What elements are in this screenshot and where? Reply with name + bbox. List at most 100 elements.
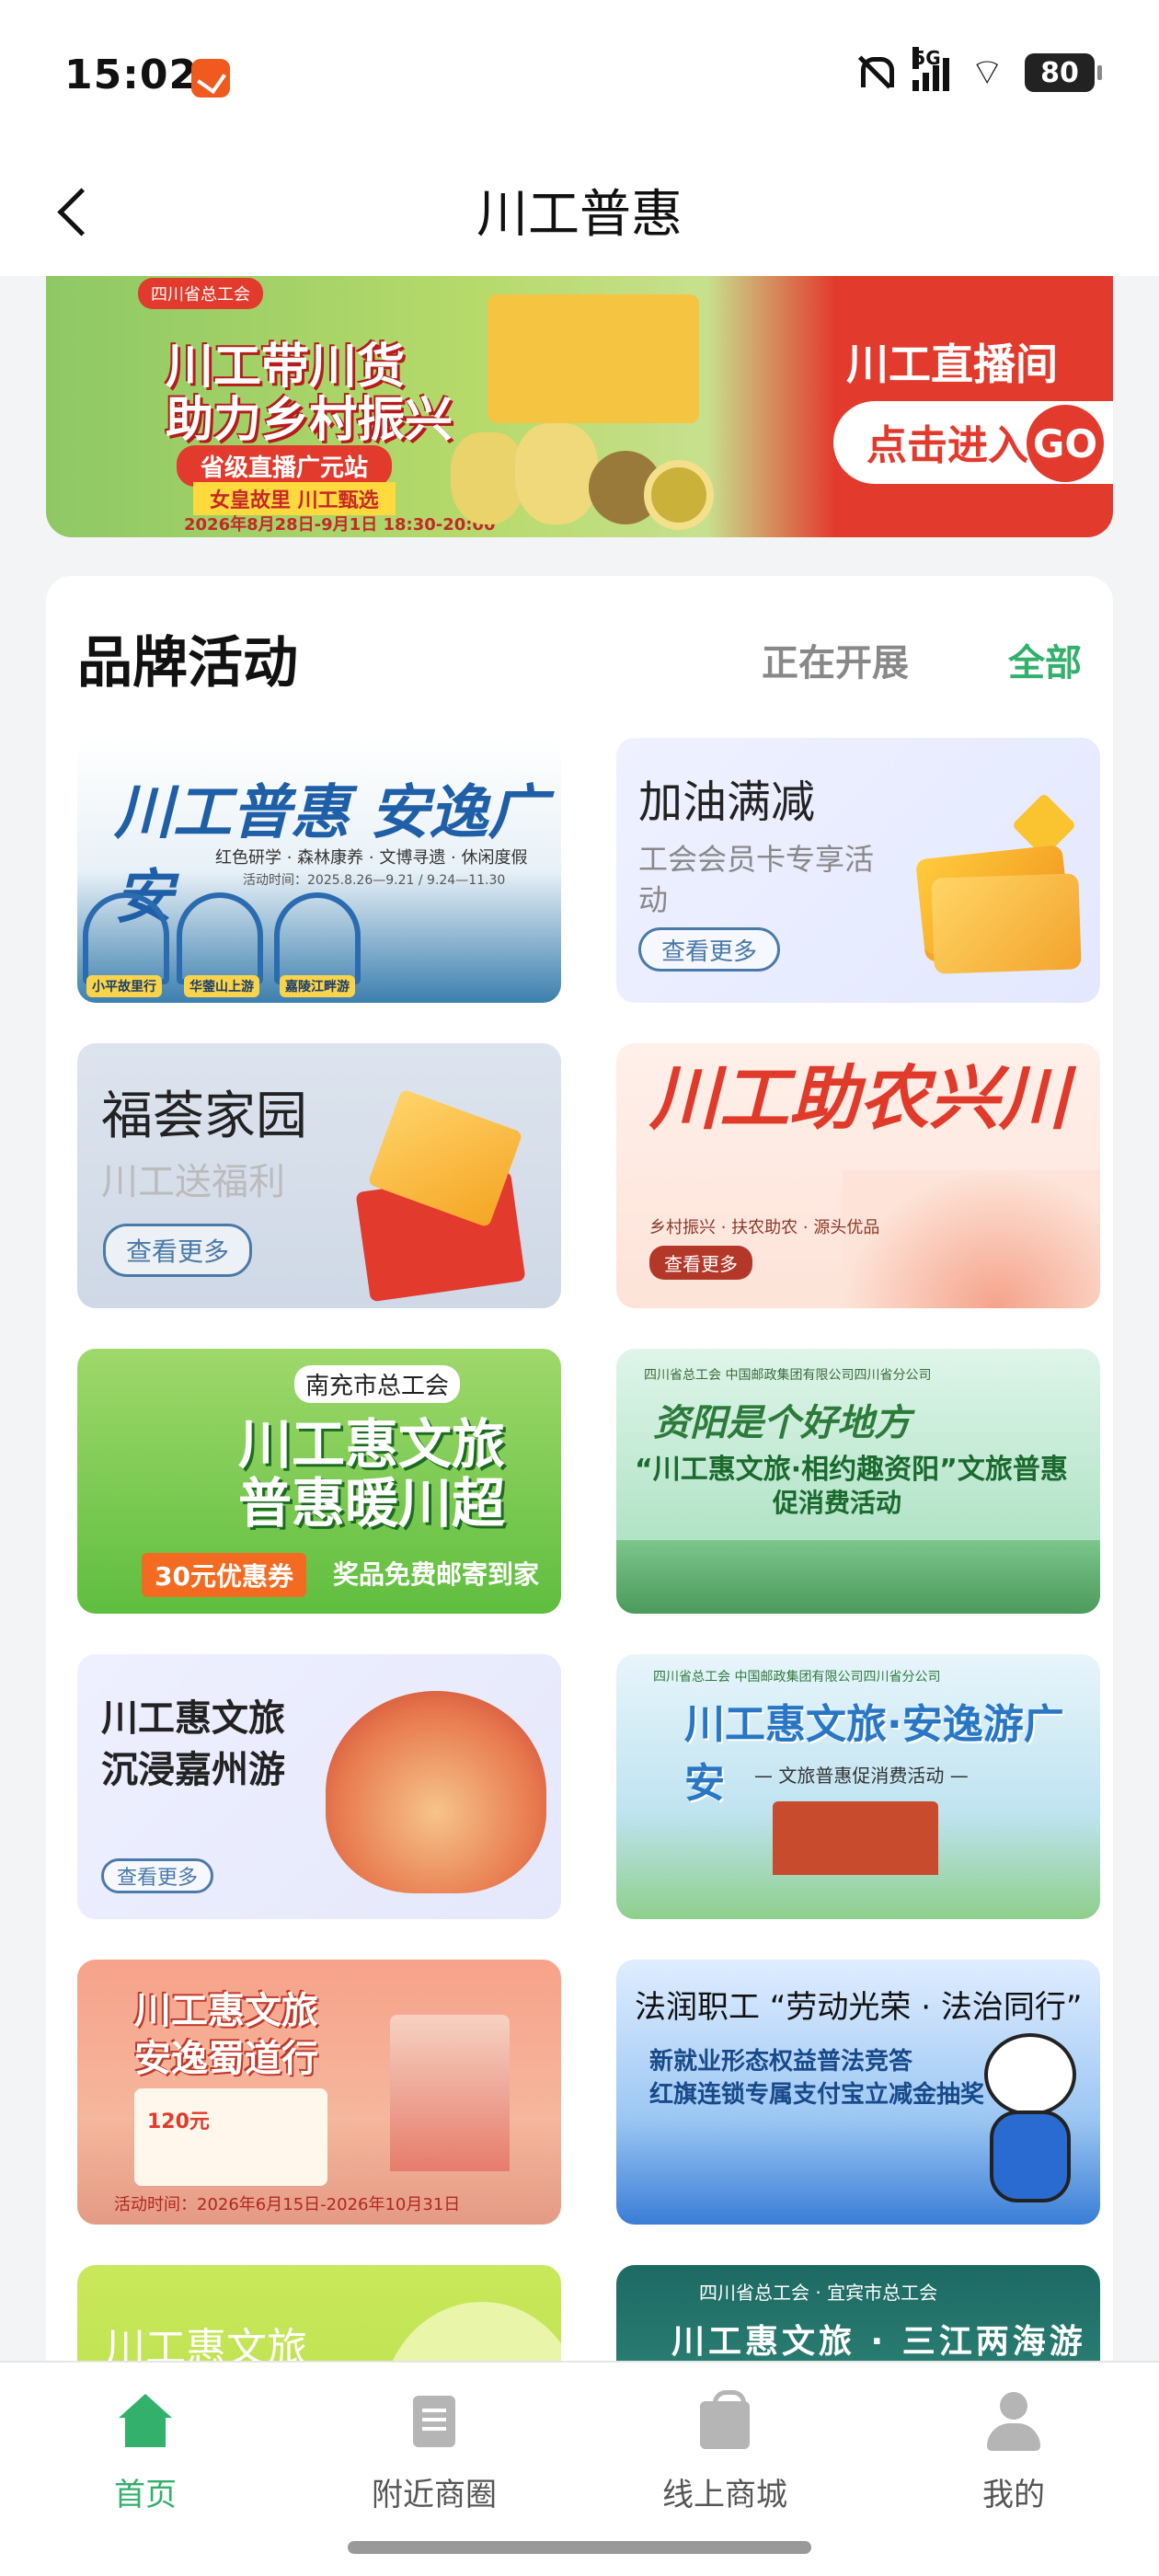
tile-subtitle: “川工惠文旅·相约趣资阳”文旅普惠 [635, 1454, 1068, 1486]
landscape-decoration [843, 1170, 1100, 1308]
activity-tile-nanchong-football[interactable]: 南充市总工会 川工惠文旅 普惠暖川超 30元优惠券 奖品免费邮寄到家 [77, 1349, 561, 1614]
activity-tile-tourism-green[interactable]: 川工惠文旅 [77, 2265, 561, 2361]
coupon-badge: 30元优惠券 [142, 1553, 306, 1597]
activity-tile-jiazhou-tourism[interactable]: 川工惠文旅 沉浸嘉州游 查看更多 [77, 1654, 561, 1919]
tab-online-mall[interactable]: 线上商城 [633, 2388, 817, 2514]
brand-activities-card: 品牌活动 正在开展 全部 川工普惠 安逸广安 红色研学 · 森林康养 · 文博寻… [46, 576, 1113, 2361]
coupon-price: 120元 [147, 2110, 210, 2133]
tile-subtitle-2: 促消费活动 [773, 1488, 902, 1518]
tile-line-2: 新就业形态权益普法竞答 [649, 2048, 913, 2076]
wifi-icon: ⌔ [970, 52, 1004, 94]
mute-bell-icon [855, 53, 895, 92]
tile-organizer: 四川省总工会 中国邮政集团有限公司四川省分公司 [644, 1368, 932, 1383]
nav-bar: 川工普惠 [0, 147, 1159, 276]
tile-title: 川工惠文旅 沉浸嘉州游 [101, 1697, 285, 1791]
arch-label: 嘉陵江畔游 [280, 975, 355, 997]
enter-live-button[interactable]: 点击进入 GO [833, 401, 1113, 484]
tile-title: 川工惠文旅 · 三江两海游 [671, 2323, 1086, 2361]
activity-tile-yibin-tourism[interactable]: 四川省总工会 · 宜宾市总工会 川工惠文旅 · 三江两海游 [616, 2265, 1100, 2361]
view-more-button[interactable]: 查看更多 [103, 1224, 253, 1277]
live-stream-banner[interactable]: 四川省总工会 川工带川货 助力乡村振兴 省级直播广元站 女皇故里 川工甄选 20… [46, 276, 1113, 537]
tile-subtitle: 红色研学 · 森林康养 · 文博寻遗 · 休闲度假 [215, 848, 528, 868]
home-indicator[interactable] [348, 2541, 811, 2554]
enter-live-label: 点击进入 [866, 422, 1028, 469]
battery-icon: 80 [1025, 53, 1102, 92]
banner-products-image [432, 276, 727, 537]
arch-label: 华蓥山上游 [184, 975, 259, 997]
status-bar: 15:02 5G ⌔ 80 [0, 0, 1159, 147]
scenery-decoration [616, 1540, 1100, 1614]
activity-tile-guangan-consumption[interactable]: 四川省总工会 中国邮政集团有限公司四川省分公司 川工惠文旅·安逸游广安 — 文旅… [616, 1654, 1100, 1919]
notification-app-icon [191, 59, 230, 98]
nearby-shops-icon [402, 2388, 466, 2453]
activity-tile-guangan-tourism[interactable]: 川工普惠 安逸广安 红色研学 · 森林康养 · 文博寻遗 · 休闲度假 活动时间… [77, 738, 561, 1003]
view-more-button[interactable]: 查看更多 [101, 1858, 214, 1893]
tile-title: 川工惠文旅 [105, 2325, 307, 2361]
home-icon [113, 2388, 178, 2453]
activity-tile-welfare-home[interactable]: 福荟家园 川工送福利 查看更多 [77, 1043, 561, 1308]
banner-headline-2: 助力乡村振兴 [166, 393, 453, 448]
activity-tile-shu-road[interactable]: 川工惠文旅 安逸蜀道行 120元 活动时间：2026年6月15日-2026年10… [77, 1960, 561, 2225]
tile-subtitle: 工会会员卡专享活动 [638, 842, 875, 917]
pavilion-image [390, 2015, 510, 2171]
tile-organizer: 四川省总工会 中国邮政集团有限公司四川省分公司 [653, 1670, 941, 1685]
view-more-button[interactable]: 查看更多 [649, 1246, 752, 1280]
activity-tile-fuel-discount[interactable]: 加油满减 工会会员卡专享活动 查看更多 [616, 738, 1100, 1003]
tile-title: 川工惠文旅·安逸游广安 [684, 1701, 1064, 1807]
view-more-button[interactable]: 查看更多 [638, 927, 781, 972]
network-type: 5G [912, 47, 941, 69]
member-card-image [931, 873, 1082, 974]
tile-date: 活动时间：2025.8.26—9.21 / 9.24—11.30 [243, 873, 506, 888]
live-room-entry[interactable]: 川工直播间 点击进入 GO [800, 322, 1113, 506]
activity-tile-ziyang-tourism[interactable]: 四川省总工会 中国邮政集团有限公司四川省分公司 资阳是个好地方 “川工惠文旅·相… [616, 1349, 1100, 1614]
tile-title: 川工惠文旅 普惠暖川超 [237, 1413, 505, 1535]
tab-label: 我的 [982, 2477, 1045, 2513]
tile-title: 法润职工 “劳动光荣 · 法治同行” [635, 1989, 1083, 2026]
banner-station: 省级直播广元站 [177, 445, 393, 487]
scroll-content[interactable]: 四川省总工会 川工带川货 助力乡村振兴 省级直播广元站 女皇故里 川工甄选 20… [0, 276, 1159, 2361]
tile-title: 福荟家园 [101, 1087, 307, 1146]
tile-subtitle: 川工送福利 [101, 1161, 285, 1203]
tile-line-3: 红旗连锁专属支付宝立减金抽奖 [649, 2081, 985, 2109]
cellular-signal-icon: 5G [912, 47, 950, 91]
giant-buddha-image [326, 1691, 546, 1893]
profile-icon [981, 2388, 1046, 2453]
tab-label: 线上商城 [662, 2477, 787, 2513]
tab-profile[interactable]: 我的 [922, 2388, 1106, 2514]
page-title: 川工普惠 [476, 185, 683, 245]
shopping-bag-icon [693, 2388, 757, 2453]
tab-nearby-shops[interactable]: 附近商圈 [342, 2388, 526, 2514]
gate-building-image [773, 1801, 938, 1875]
arch-decoration [83, 892, 169, 984]
tile-organizer: 四川省总工会 · 宜宾市总工会 [699, 2282, 938, 2304]
tile-date: 活动时间：2026年6月15日-2026年10月31日 [114, 2195, 461, 2214]
section-title: 品牌活动 [77, 631, 298, 696]
go-badge: GO [1027, 405, 1104, 482]
tile-subtitle: 乡村振兴 · 扶农助农 · 源头优品 [649, 1218, 880, 1237]
arch-label: 小平故里行 [86, 975, 162, 997]
status-icons: 5G ⌔ 80 [855, 47, 1102, 94]
activity-tile-law-labor[interactable]: 法润职工 “劳动光荣 · 法治同行” 新就业形态权益普法竞答 红旗连锁专属支付宝… [616, 1960, 1100, 2225]
arch-decoration [177, 892, 263, 984]
live-room-title: 川工直播间 [846, 339, 1058, 389]
battery-level: 80 [1040, 56, 1079, 89]
filter-all[interactable]: 全部 [1008, 633, 1082, 686]
tile-title: 川工助农兴川 [649, 1057, 1069, 1139]
tile-title: 川工惠文旅 安逸蜀道行 [134, 1990, 318, 2080]
tile-note: 奖品免费邮寄到家 [333, 1559, 540, 1590]
tile-organizer: 南充市总工会 [294, 1365, 461, 1403]
activity-tile-farm-aid[interactable]: 川工助农兴川 乡村振兴 · 扶农助农 · 源头优品 查看更多 [616, 1043, 1100, 1308]
tab-home[interactable]: 首页 [53, 2388, 237, 2514]
tab-label: 首页 [114, 2477, 177, 2513]
tile-title: 加油满减 [638, 776, 816, 828]
tile-subtitle: — 文旅普惠促消费活动 — [754, 1765, 969, 1787]
mascot-decoration [381, 2302, 561, 2361]
banner-logo: 四川省总工会 [138, 278, 263, 309]
panda-mascot-icon [975, 2033, 1085, 2208]
tab-label: 附近商圈 [372, 2477, 497, 2513]
tile-title: 资阳是个好地方 [653, 1401, 911, 1444]
filter-ongoing[interactable]: 正在开展 [762, 633, 909, 686]
banner-subtitle: 女皇故里 川工甄选 [193, 482, 396, 515]
coupon-ticket [134, 2088, 327, 2186]
status-time: 15:02 [64, 52, 199, 98]
